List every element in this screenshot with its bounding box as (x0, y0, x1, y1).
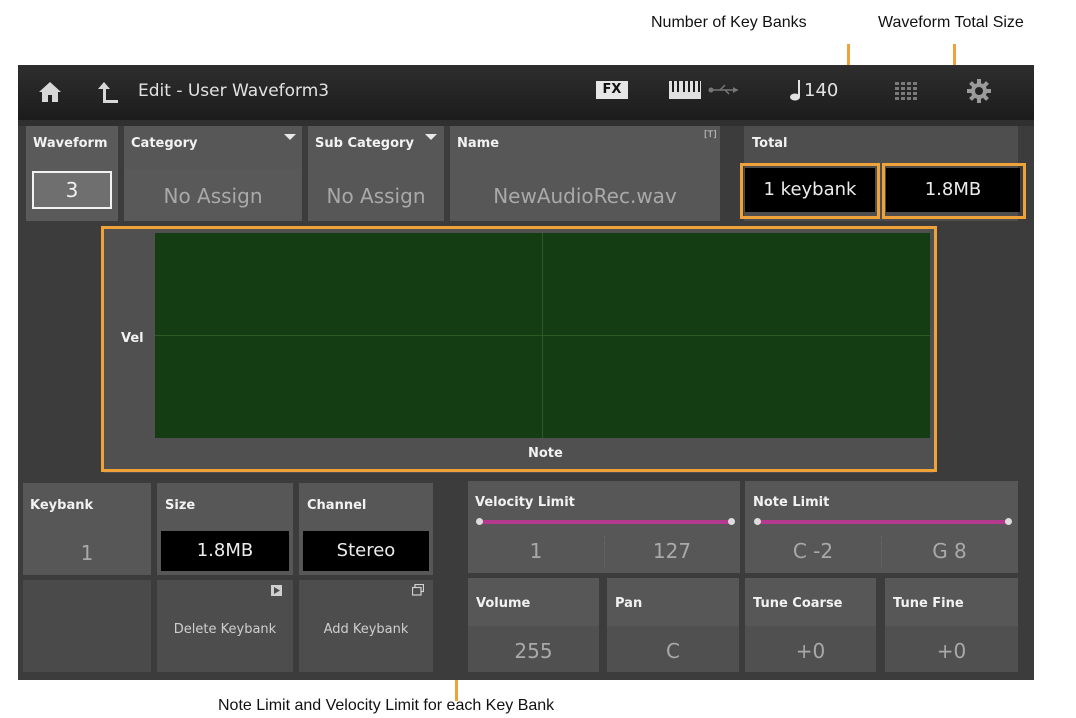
annotation-limits: Note Limit and Velocity Limit for each K… (218, 697, 555, 714)
name-pane[interactable]: Name [T] NewAudioRec.wav (450, 126, 720, 221)
keyboard-icon (669, 81, 701, 99)
grid-icon[interactable] (895, 82, 917, 100)
tune-coarse-label: Tune Coarse (753, 596, 843, 611)
waveform-label: Waveform (33, 136, 108, 151)
slider-low-handle[interactable] (476, 518, 483, 525)
note-limit-low[interactable]: C -2 (745, 539, 881, 563)
note-icon (790, 80, 800, 101)
keybank-graph[interactable] (155, 233, 930, 438)
pan-label: Pan (615, 596, 643, 611)
velocity-limit-pane[interactable]: Velocity Limit 1 127 (468, 481, 740, 573)
velocity-axis-label: Vel (121, 331, 144, 346)
delete-keybank-label: Delete Keybank (173, 622, 277, 637)
pan-value: C (666, 639, 680, 663)
channel-label: Channel (307, 498, 367, 513)
name-value: NewAudioRec.wav (493, 184, 677, 208)
keybank-value: 1 (80, 541, 94, 565)
size-label: Size (165, 498, 196, 513)
note-axis-label: Note (528, 446, 563, 461)
window-title: Edit - User Waveform3 (138, 81, 330, 101)
text-edit-badge: [T] (704, 130, 717, 140)
tempo-value[interactable]: 140 (804, 80, 838, 101)
synth-screen: Edit - User Waveform3 FX 140 Waveform 3 … (18, 65, 1034, 680)
tune-fine-value: +0 (936, 639, 967, 663)
window-icon (412, 584, 424, 596)
keybank-label: Keybank (30, 498, 94, 513)
velocity-limit-label: Velocity Limit (475, 495, 575, 510)
note-limit-high[interactable]: G 8 (881, 539, 1018, 563)
sub-category-pane[interactable]: Sub Category No Assign (308, 126, 444, 221)
tune-fine-label: Tune Fine (893, 596, 964, 611)
note-limit-label: Note Limit (753, 495, 830, 510)
title-bar: Edit - User Waveform3 FX 140 (18, 65, 1034, 120)
total-keybanks: 1 keybank (745, 168, 875, 212)
annotation-total-size: Waveform Total Size (878, 14, 1024, 31)
velocity-limit-slider[interactable] (476, 518, 735, 525)
volume-pane[interactable]: Volume 255 (468, 578, 599, 672)
keybank-pane[interactable]: Keybank 1 (23, 483, 151, 575)
volume-value: 255 (514, 639, 553, 663)
chevron-down-icon (425, 134, 437, 140)
tune-coarse-pane[interactable]: Tune Coarse +0 (745, 578, 876, 672)
add-keybank-button[interactable]: Add Keybank (299, 580, 433, 672)
empty-slot (23, 580, 151, 672)
add-keybank-label: Add Keybank (323, 622, 409, 637)
delete-keybank-button[interactable]: Delete Keybank (157, 580, 293, 672)
back-icon[interactable] (98, 80, 120, 104)
slider-high-handle[interactable] (1005, 518, 1012, 525)
gear-icon[interactable] (967, 79, 991, 103)
velocity-limit-low[interactable]: 1 (468, 539, 604, 563)
category-label: Category (131, 136, 198, 151)
tune-fine-pane[interactable]: Tune Fine +0 (885, 578, 1018, 672)
channel-value: Stereo (303, 531, 429, 571)
size-pane: Size 1.8MB (157, 483, 293, 575)
keybank-graph-pane: Vel Note (104, 228, 934, 473)
waveform-value-box[interactable]: 3 (32, 171, 112, 209)
sub-category-label: Sub Category (315, 136, 414, 151)
chevron-down-icon (284, 134, 296, 140)
total-label: Total (752, 136, 788, 151)
size-value: 1.8MB (161, 531, 289, 571)
usb-icon (708, 84, 738, 95)
waveform-pane[interactable]: Waveform 3 (26, 126, 118, 221)
slider-low-handle[interactable] (754, 518, 761, 525)
velocity-limit-high[interactable]: 127 (604, 539, 740, 563)
note-limit-pane[interactable]: Note Limit C -2 G 8 (745, 481, 1018, 573)
name-label: Name (457, 136, 500, 151)
fx-badge[interactable]: FX (596, 81, 628, 99)
category-value: No Assign (163, 184, 263, 208)
play-icon (271, 585, 282, 596)
channel-pane: Channel Stereo (299, 483, 433, 575)
home-icon[interactable] (38, 81, 62, 103)
sub-category-value: No Assign (326, 184, 426, 208)
note-limit-slider[interactable] (754, 518, 1012, 525)
graph-gridline-horizontal (155, 335, 930, 336)
slider-high-handle[interactable] (728, 518, 735, 525)
category-pane[interactable]: Category No Assign (124, 126, 302, 221)
total-size: 1.8MB (886, 168, 1020, 212)
pan-pane[interactable]: Pan C (607, 578, 739, 672)
annotation-key-banks: Number of Key Banks (651, 14, 807, 31)
tune-coarse-value: +0 (795, 639, 826, 663)
volume-label: Volume (476, 596, 531, 611)
